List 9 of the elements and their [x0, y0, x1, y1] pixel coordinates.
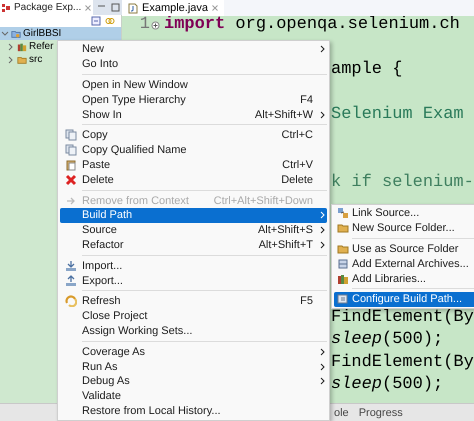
code-line: FindElement(By	[331, 306, 474, 328]
code-line: Selenium Exam	[331, 104, 464, 126]
line-number: 1	[138, 16, 150, 36]
code-line: import org.openqa.selenium.ch	[164, 16, 460, 36]
code-line: k if selenium-	[331, 172, 474, 194]
code-line: FindElement(By	[331, 352, 474, 374]
code-line: sleep(500);	[331, 374, 444, 396]
code-line: sleep(500);	[331, 329, 444, 351]
code-line: ample {	[331, 59, 402, 81]
